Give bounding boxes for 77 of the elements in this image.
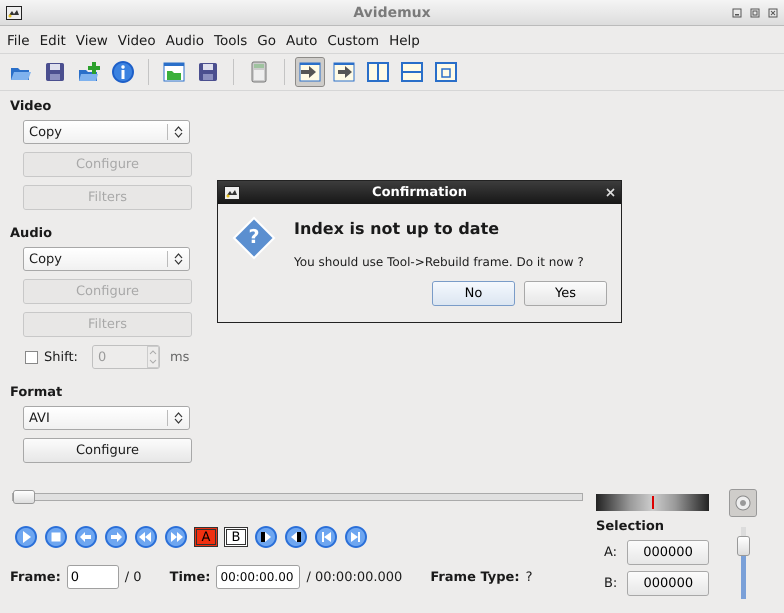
time-total: / 00:00:00.000	[306, 570, 402, 584]
menu-item[interactable]: Audio	[160, 33, 209, 49]
codec-dropdown[interactable]: Copy	[23, 247, 190, 271]
dialog-button[interactable]: No	[432, 281, 515, 306]
skip-forward-icon	[284, 525, 308, 549]
arrow-window-icon	[298, 60, 322, 84]
shift-checkbox[interactable]	[25, 350, 38, 364]
frame-field[interactable]: 0	[66, 565, 119, 589]
seek-thumb[interactable]	[13, 490, 35, 504]
frame-label: Frame:	[10, 570, 61, 584]
app-icon	[6, 6, 22, 20]
section-heading: Format	[10, 385, 64, 400]
frame-type-label: Frame Type:	[430, 570, 520, 584]
split-horizontal-icon	[400, 60, 424, 84]
codec-dropdown[interactable]: AVI	[23, 406, 190, 430]
marker-button[interactable]: B	[224, 527, 248, 547]
dialog-title: Confirmation	[372, 185, 467, 200]
left-arrow-icon	[74, 525, 98, 549]
split-vertical-icon	[366, 60, 390, 84]
marker-button[interactable]: A	[194, 527, 218, 547]
marker-a-button[interactable]: 000000	[627, 540, 710, 565]
time-field[interactable]: 00:00:00.00	[216, 565, 300, 589]
marker-b-button[interactable]: 000000	[627, 571, 710, 596]
time-label: Time:	[170, 570, 210, 584]
selection-heading: Selection	[596, 519, 666, 534]
question-icon: ?	[232, 216, 276, 260]
toolbar-button[interactable]	[295, 57, 325, 87]
menu-item[interactable]: Video	[112, 33, 161, 49]
menu-item[interactable]: Tools	[209, 33, 252, 49]
menu-item[interactable]: Auto	[281, 33, 322, 49]
marker-b-label: B:	[604, 576, 618, 591]
marker-a-label: A:	[604, 545, 618, 560]
frame-total: / 0	[124, 570, 142, 584]
play-icon	[14, 525, 38, 549]
menu-item[interactable]: Edit	[34, 33, 71, 49]
window-title: Avidemux	[353, 4, 431, 20]
right-arrow-icon	[104, 525, 128, 549]
menu-item[interactable]: Help	[384, 33, 425, 49]
updown-arrows-icon	[174, 253, 183, 265]
folder-plus-icon	[77, 60, 101, 84]
menu-item[interactable]: Custom	[322, 33, 384, 49]
playback-button[interactable]	[284, 525, 308, 549]
skip-start-icon	[314, 525, 338, 549]
seek-slider[interactable]	[12, 493, 583, 501]
volume-button[interactable]	[729, 489, 757, 517]
menu-item[interactable]: Go	[252, 33, 281, 49]
arrow-window-icon	[332, 60, 356, 84]
window-icon	[434, 60, 458, 84]
menu-item[interactable]: View	[70, 33, 113, 49]
unit-label: ms	[170, 350, 190, 364]
speaker-icon	[735, 495, 751, 511]
dialog-heading: Index is not up to date	[294, 219, 500, 238]
app-icon	[224, 186, 240, 200]
section-heading: Video	[10, 99, 52, 114]
playback-button[interactable]	[254, 525, 278, 549]
maximize-icon[interactable]	[750, 8, 760, 18]
rewind-icon	[134, 525, 158, 549]
section-heading: Audio	[10, 226, 54, 241]
skip-back-icon	[254, 525, 278, 549]
frame-type-value: ?	[526, 570, 532, 584]
stop-icon	[44, 525, 68, 549]
dialog-button[interactable]: Yes	[524, 281, 607, 306]
fast-forward-icon	[164, 525, 188, 549]
minimize-icon[interactable]	[732, 8, 742, 18]
dialog-message: You should use Tool->Rebuild frame. Do it now ?	[294, 255, 584, 269]
info-icon	[111, 60, 135, 84]
codec-dropdown[interactable]: Copy	[23, 120, 190, 144]
skip-end-icon	[344, 525, 368, 549]
updown-arrows-icon	[174, 412, 183, 424]
volume-thumb[interactable]	[736, 536, 750, 556]
updown-arrows-icon	[174, 126, 183, 138]
menu-item[interactable]: File	[2, 33, 35, 49]
shift-label: Shift:	[44, 350, 78, 364]
spin-arrows-icon	[146, 346, 159, 368]
configure-button[interactable]: Configure	[23, 438, 192, 463]
folder-window-icon	[162, 60, 186, 84]
close-icon[interactable]	[768, 8, 778, 18]
